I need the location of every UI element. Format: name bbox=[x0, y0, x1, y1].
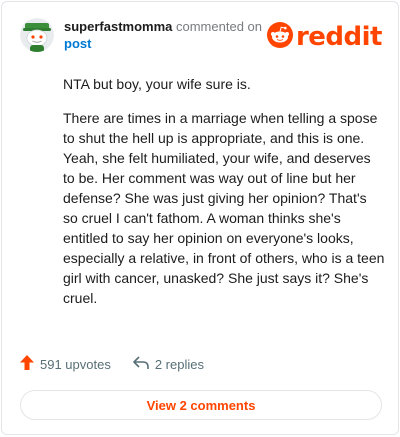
upvote-button[interactable]: 591 upvotes bbox=[20, 355, 111, 373]
reply-button[interactable]: 2 replies bbox=[133, 355, 204, 373]
comment-actions: 591 upvotes 2 replies bbox=[20, 354, 204, 374]
reply-arrow-icon bbox=[133, 355, 149, 373]
reddit-logo[interactable]: reddit bbox=[266, 21, 383, 53]
reply-count: 2 replies bbox=[154, 356, 204, 372]
snoo-avatar-icon[interactable] bbox=[20, 18, 54, 52]
comment-action-text: commented on bbox=[176, 19, 262, 34]
comment-body: NTA but boy, your wife sure is. There ar… bbox=[63, 74, 385, 322]
comment-paragraph: NTA but boy, your wife sure is. bbox=[63, 76, 251, 92]
reddit-wordmark: reddit bbox=[295, 22, 383, 52]
upvote-count: 591 upvotes bbox=[40, 356, 111, 372]
comment-meta: superfastmomma commented on post bbox=[64, 18, 262, 52]
comment-paragraph: There are times in a marriage when telli… bbox=[63, 110, 385, 306]
view-comments-button[interactable]: View 2 comments bbox=[20, 390, 382, 420]
comment-card: superfastmomma commented on post reddit bbox=[1, 1, 399, 435]
reddit-logo-icon bbox=[266, 21, 293, 53]
comment-header: superfastmomma commented on post reddit bbox=[20, 16, 383, 56]
username-link[interactable]: superfastmomma bbox=[64, 19, 172, 34]
upvote-arrow-icon bbox=[20, 355, 34, 373]
post-link[interactable]: post bbox=[64, 36, 91, 51]
